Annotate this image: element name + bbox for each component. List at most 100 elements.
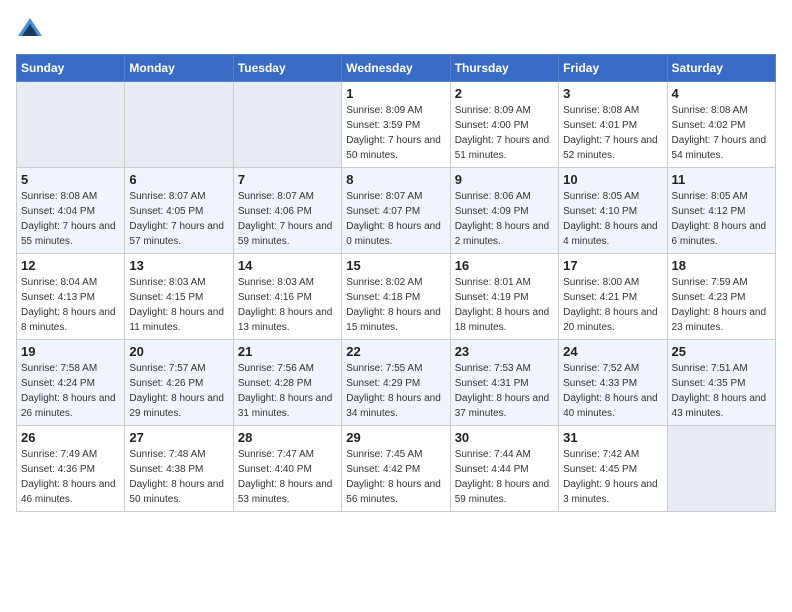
day-number: 1 xyxy=(346,86,445,101)
day-number: 15 xyxy=(346,258,445,273)
day-number: 4 xyxy=(672,86,771,101)
day-number: 30 xyxy=(455,430,554,445)
calendar-cell xyxy=(233,82,341,168)
calendar-week-4: 19 Sunrise: 7:58 AMSunset: 4:24 PMDaylig… xyxy=(17,340,776,426)
calendar-cell: 17 Sunrise: 8:00 AMSunset: 4:21 PMDaylig… xyxy=(559,254,667,340)
calendar-cell: 14 Sunrise: 8:03 AMSunset: 4:16 PMDaylig… xyxy=(233,254,341,340)
day-number: 31 xyxy=(563,430,662,445)
day-info: Sunrise: 7:47 AMSunset: 4:40 PMDaylight:… xyxy=(238,447,337,507)
day-number: 29 xyxy=(346,430,445,445)
day-info: Sunrise: 8:08 AMSunset: 4:04 PMDaylight:… xyxy=(21,189,120,249)
day-info: Sunrise: 7:53 AMSunset: 4:31 PMDaylight:… xyxy=(455,361,554,421)
day-info: Sunrise: 7:44 AMSunset: 4:44 PMDaylight:… xyxy=(455,447,554,507)
calendar-cell xyxy=(667,426,775,512)
calendar-week-1: 1 Sunrise: 8:09 AMSunset: 3:59 PMDayligh… xyxy=(17,82,776,168)
weekday-header-wednesday: Wednesday xyxy=(342,55,450,82)
day-info: Sunrise: 7:42 AMSunset: 4:45 PMDaylight:… xyxy=(563,447,662,507)
day-info: Sunrise: 8:09 AMSunset: 3:59 PMDaylight:… xyxy=(346,103,445,163)
weekday-header-tuesday: Tuesday xyxy=(233,55,341,82)
calendar-week-5: 26 Sunrise: 7:49 AMSunset: 4:36 PMDaylig… xyxy=(17,426,776,512)
calendar-cell: 18 Sunrise: 7:59 AMSunset: 4:23 PMDaylig… xyxy=(667,254,775,340)
day-number: 22 xyxy=(346,344,445,359)
day-info: Sunrise: 7:52 AMSunset: 4:33 PMDaylight:… xyxy=(563,361,662,421)
calendar-cell: 16 Sunrise: 8:01 AMSunset: 4:19 PMDaylig… xyxy=(450,254,558,340)
day-info: Sunrise: 7:59 AMSunset: 4:23 PMDaylight:… xyxy=(672,275,771,335)
calendar-cell: 3 Sunrise: 8:08 AMSunset: 4:01 PMDayligh… xyxy=(559,82,667,168)
day-number: 20 xyxy=(129,344,228,359)
calendar-header-row: SundayMondayTuesdayWednesdayThursdayFrid… xyxy=(17,55,776,82)
page-header xyxy=(16,16,776,44)
calendar-cell: 6 Sunrise: 8:07 AMSunset: 4:05 PMDayligh… xyxy=(125,168,233,254)
calendar-cell: 22 Sunrise: 7:55 AMSunset: 4:29 PMDaylig… xyxy=(342,340,450,426)
day-info: Sunrise: 8:01 AMSunset: 4:19 PMDaylight:… xyxy=(455,275,554,335)
weekday-header-thursday: Thursday xyxy=(450,55,558,82)
calendar-cell: 8 Sunrise: 8:07 AMSunset: 4:07 PMDayligh… xyxy=(342,168,450,254)
day-number: 2 xyxy=(455,86,554,101)
day-number: 9 xyxy=(455,172,554,187)
calendar-cell: 7 Sunrise: 8:07 AMSunset: 4:06 PMDayligh… xyxy=(233,168,341,254)
day-info: Sunrise: 7:58 AMSunset: 4:24 PMDaylight:… xyxy=(21,361,120,421)
day-number: 23 xyxy=(455,344,554,359)
weekday-header-friday: Friday xyxy=(559,55,667,82)
day-info: Sunrise: 7:49 AMSunset: 4:36 PMDaylight:… xyxy=(21,447,120,507)
day-number: 8 xyxy=(346,172,445,187)
day-number: 18 xyxy=(672,258,771,273)
weekday-header-saturday: Saturday xyxy=(667,55,775,82)
calendar-cell: 11 Sunrise: 8:05 AMSunset: 4:12 PMDaylig… xyxy=(667,168,775,254)
day-info: Sunrise: 8:08 AMSunset: 4:01 PMDaylight:… xyxy=(563,103,662,163)
day-number: 12 xyxy=(21,258,120,273)
calendar-cell xyxy=(17,82,125,168)
day-number: 10 xyxy=(563,172,662,187)
calendar-cell: 25 Sunrise: 7:51 AMSunset: 4:35 PMDaylig… xyxy=(667,340,775,426)
calendar-cell: 26 Sunrise: 7:49 AMSunset: 4:36 PMDaylig… xyxy=(17,426,125,512)
day-info: Sunrise: 8:03 AMSunset: 4:16 PMDaylight:… xyxy=(238,275,337,335)
calendar-cell: 2 Sunrise: 8:09 AMSunset: 4:00 PMDayligh… xyxy=(450,82,558,168)
calendar-cell: 27 Sunrise: 7:48 AMSunset: 4:38 PMDaylig… xyxy=(125,426,233,512)
calendar-cell: 31 Sunrise: 7:42 AMSunset: 4:45 PMDaylig… xyxy=(559,426,667,512)
day-info: Sunrise: 8:07 AMSunset: 4:05 PMDaylight:… xyxy=(129,189,228,249)
day-number: 17 xyxy=(563,258,662,273)
day-number: 19 xyxy=(21,344,120,359)
day-info: Sunrise: 8:04 AMSunset: 4:13 PMDaylight:… xyxy=(21,275,120,335)
day-info: Sunrise: 8:05 AMSunset: 4:12 PMDaylight:… xyxy=(672,189,771,249)
day-info: Sunrise: 8:06 AMSunset: 4:09 PMDaylight:… xyxy=(455,189,554,249)
day-number: 13 xyxy=(129,258,228,273)
weekday-header-sunday: Sunday xyxy=(17,55,125,82)
day-number: 6 xyxy=(129,172,228,187)
day-number: 21 xyxy=(238,344,337,359)
day-number: 26 xyxy=(21,430,120,445)
calendar-cell: 23 Sunrise: 7:53 AMSunset: 4:31 PMDaylig… xyxy=(450,340,558,426)
day-info: Sunrise: 7:56 AMSunset: 4:28 PMDaylight:… xyxy=(238,361,337,421)
calendar-table: SundayMondayTuesdayWednesdayThursdayFrid… xyxy=(16,54,776,512)
day-info: Sunrise: 7:48 AMSunset: 4:38 PMDaylight:… xyxy=(129,447,228,507)
day-info: Sunrise: 8:08 AMSunset: 4:02 PMDaylight:… xyxy=(672,103,771,163)
calendar-cell: 24 Sunrise: 7:52 AMSunset: 4:33 PMDaylig… xyxy=(559,340,667,426)
calendar-cell xyxy=(125,82,233,168)
calendar-week-3: 12 Sunrise: 8:04 AMSunset: 4:13 PMDaylig… xyxy=(17,254,776,340)
calendar-cell: 13 Sunrise: 8:03 AMSunset: 4:15 PMDaylig… xyxy=(125,254,233,340)
day-info: Sunrise: 7:55 AMSunset: 4:29 PMDaylight:… xyxy=(346,361,445,421)
calendar-cell: 5 Sunrise: 8:08 AMSunset: 4:04 PMDayligh… xyxy=(17,168,125,254)
day-info: Sunrise: 8:02 AMSunset: 4:18 PMDaylight:… xyxy=(346,275,445,335)
day-number: 5 xyxy=(21,172,120,187)
calendar-body: 1 Sunrise: 8:09 AMSunset: 3:59 PMDayligh… xyxy=(17,82,776,512)
day-number: 25 xyxy=(672,344,771,359)
calendar-cell: 19 Sunrise: 7:58 AMSunset: 4:24 PMDaylig… xyxy=(17,340,125,426)
calendar-cell: 9 Sunrise: 8:06 AMSunset: 4:09 PMDayligh… xyxy=(450,168,558,254)
calendar-cell: 15 Sunrise: 8:02 AMSunset: 4:18 PMDaylig… xyxy=(342,254,450,340)
day-number: 28 xyxy=(238,430,337,445)
logo-icon xyxy=(16,16,44,44)
logo xyxy=(16,16,48,44)
calendar-cell: 4 Sunrise: 8:08 AMSunset: 4:02 PMDayligh… xyxy=(667,82,775,168)
weekday-header-monday: Monday xyxy=(125,55,233,82)
day-number: 14 xyxy=(238,258,337,273)
day-info: Sunrise: 8:05 AMSunset: 4:10 PMDaylight:… xyxy=(563,189,662,249)
day-info: Sunrise: 8:00 AMSunset: 4:21 PMDaylight:… xyxy=(563,275,662,335)
day-info: Sunrise: 7:45 AMSunset: 4:42 PMDaylight:… xyxy=(346,447,445,507)
day-number: 24 xyxy=(563,344,662,359)
calendar-cell: 28 Sunrise: 7:47 AMSunset: 4:40 PMDaylig… xyxy=(233,426,341,512)
calendar-cell: 21 Sunrise: 7:56 AMSunset: 4:28 PMDaylig… xyxy=(233,340,341,426)
calendar-week-2: 5 Sunrise: 8:08 AMSunset: 4:04 PMDayligh… xyxy=(17,168,776,254)
calendar-cell: 20 Sunrise: 7:57 AMSunset: 4:26 PMDaylig… xyxy=(125,340,233,426)
day-info: Sunrise: 8:09 AMSunset: 4:00 PMDaylight:… xyxy=(455,103,554,163)
